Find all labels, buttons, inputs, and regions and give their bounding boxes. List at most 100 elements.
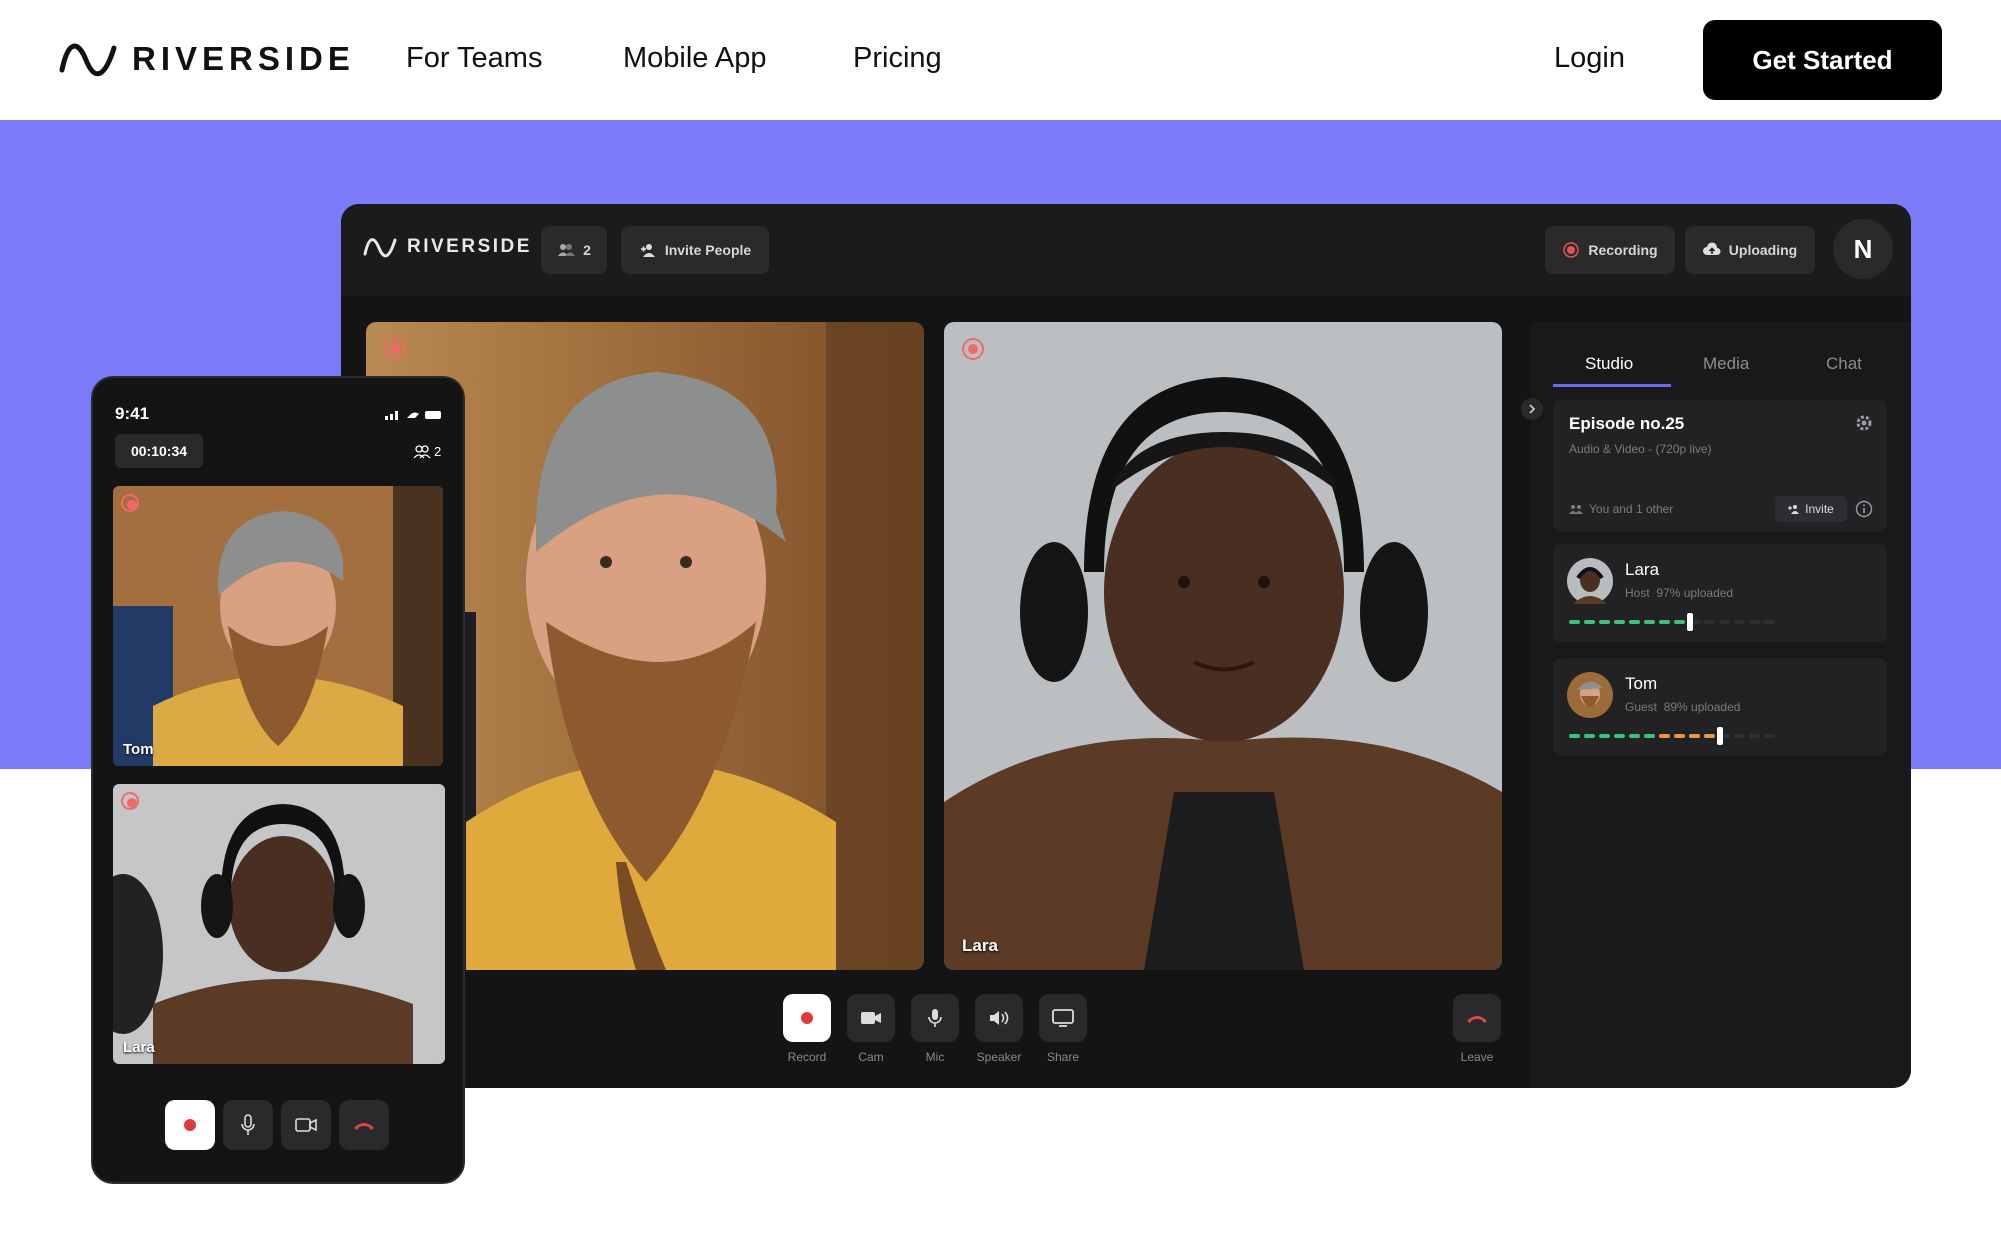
upload-card-tom: Tom Guest 89% uploaded <box>1553 658 1887 756</box>
leave-control[interactable]: Leave <box>1453 994 1501 1064</box>
chevron-right-icon <box>1529 404 1536 414</box>
status-bar-time: 9:41 <box>115 404 150 423</box>
progress-segment <box>1674 620 1685 624</box>
cam-button[interactable] <box>847 994 895 1042</box>
progress-segment <box>1629 620 1640 624</box>
people-icon <box>413 444 431 458</box>
wave-logo-icon <box>363 238 397 258</box>
info-icon[interactable] <box>1855 500 1873 518</box>
phone-record-button[interactable] <box>165 1100 215 1150</box>
camera-icon <box>295 1118 317 1132</box>
upload-status: 89% uploaded <box>1663 700 1741 714</box>
progress-segment <box>1629 734 1640 738</box>
nav-link-for-teams[interactable]: For Teams <box>406 42 542 75</box>
participants-count: 2 <box>413 444 441 459</box>
tile-name: Tom <box>123 741 154 758</box>
record-dot-icon <box>184 1119 196 1131</box>
phone-leave-button[interactable] <box>339 1100 389 1150</box>
episode-card: Episode no.25 Audio & Video - (720p live… <box>1553 400 1887 532</box>
recording-timer: 00:10:34 <box>115 434 203 468</box>
tab-media[interactable]: Media <box>1703 354 1749 374</box>
participant-video <box>944 322 1502 970</box>
control-label: Share <box>1046 1050 1080 1064</box>
uploader-role: Guest <box>1625 700 1658 714</box>
hang-up-icon <box>354 1123 374 1130</box>
share-control[interactable]: Share <box>1039 994 1087 1064</box>
add-person-icon <box>640 244 655 257</box>
phone-mic-button[interactable] <box>223 1100 273 1150</box>
gear-icon[interactable] <box>1855 414 1873 432</box>
get-started-button[interactable]: Get Started <box>1703 20 1942 100</box>
screen-share-icon <box>1052 1009 1074 1027</box>
uploading-label: Uploading <box>1728 242 1798 258</box>
progress-knob <box>1687 613 1693 631</box>
collapse-panel-button[interactable] <box>1521 398 1543 420</box>
studio-window: RIVERSIDE 2 Invite People Recording Uplo… <box>341 204 1911 1088</box>
participant-video <box>113 486 443 766</box>
studio-brand-name: RIVERSIDE <box>407 236 532 257</box>
upload-progress-bar <box>1569 727 1775 745</box>
cloud-upload-icon <box>1702 242 1721 255</box>
progress-segment <box>1614 620 1625 624</box>
brand-logo[interactable]: RIVERSIDE <box>58 36 355 82</box>
cam-control[interactable]: Cam <box>847 994 895 1064</box>
microphone-icon <box>241 1114 255 1135</box>
progress-segment <box>1584 620 1595 624</box>
uploader-meta: Guest 89% uploaded <box>1625 700 1740 714</box>
hang-up-icon <box>1467 1016 1487 1023</box>
wave-logo-icon <box>59 43 117 77</box>
share-button[interactable] <box>1039 994 1087 1042</box>
microphone-icon <box>928 1009 942 1027</box>
user-avatar[interactable]: N <box>1833 219 1893 279</box>
invite-people-label: Invite People <box>664 242 752 258</box>
record-control[interactable]: Record <box>783 994 831 1064</box>
avatar <box>1567 558 1613 604</box>
progress-segment <box>1599 734 1610 738</box>
upload-progress-bar <box>1569 613 1775 631</box>
progress-segment <box>1734 734 1745 738</box>
studio-topbar: RIVERSIDE 2 Invite People Recording Uplo… <box>341 204 1911 296</box>
progress-segment <box>1719 620 1730 624</box>
progress-segment <box>1749 620 1760 624</box>
login-link[interactable]: Login <box>1554 42 1625 75</box>
brand-name: RIVERSIDE <box>132 40 355 77</box>
progress-segment <box>1569 734 1580 738</box>
avatar <box>1567 672 1613 718</box>
video-tile-guest: Lara <box>944 322 1502 970</box>
invite-people-button[interactable]: Invite People <box>621 226 769 274</box>
participant-video <box>113 784 445 1064</box>
record-button[interactable] <box>783 994 831 1042</box>
leave-button[interactable] <box>1453 994 1501 1042</box>
recording-indicator <box>121 494 139 512</box>
speaker-button[interactable] <box>975 994 1023 1042</box>
invite-button[interactable]: Invite <box>1775 496 1847 522</box>
progress-segment <box>1644 620 1655 624</box>
nav-link-mobile-app[interactable]: Mobile App <box>623 42 767 75</box>
recording-indicator <box>121 792 139 810</box>
recording-indicator <box>384 338 406 360</box>
participants-chip[interactable]: 2 <box>541 226 607 274</box>
control-label: Leave <box>1460 1050 1494 1064</box>
tab-chat[interactable]: Chat <box>1826 354 1862 374</box>
phone-cam-button[interactable] <box>281 1100 331 1150</box>
mic-button[interactable] <box>911 994 959 1042</box>
record-dot-icon <box>801 1012 813 1024</box>
participants-count: 2 <box>583 242 591 258</box>
add-person-icon <box>1788 505 1800 514</box>
progress-segment <box>1689 734 1700 738</box>
speaker-control[interactable]: Speaker <box>975 994 1023 1064</box>
uploader-role: Host <box>1625 586 1650 600</box>
progress-segment <box>1584 734 1595 738</box>
mic-control[interactable]: Mic <box>911 994 959 1064</box>
progress-segment <box>1734 620 1745 624</box>
progress-segment <box>1764 620 1775 624</box>
tab-studio[interactable]: Studio <box>1585 354 1633 374</box>
active-tab-indicator <box>1553 384 1671 387</box>
speaker-icon <box>990 1011 1009 1025</box>
invite-label: Invite <box>1805 502 1834 516</box>
uploading-status: Uploading <box>1685 226 1815 274</box>
recording-status: Recording <box>1545 226 1675 274</box>
status-icons <box>385 411 441 420</box>
progress-segment <box>1704 620 1715 624</box>
nav-link-pricing[interactable]: Pricing <box>853 42 942 75</box>
